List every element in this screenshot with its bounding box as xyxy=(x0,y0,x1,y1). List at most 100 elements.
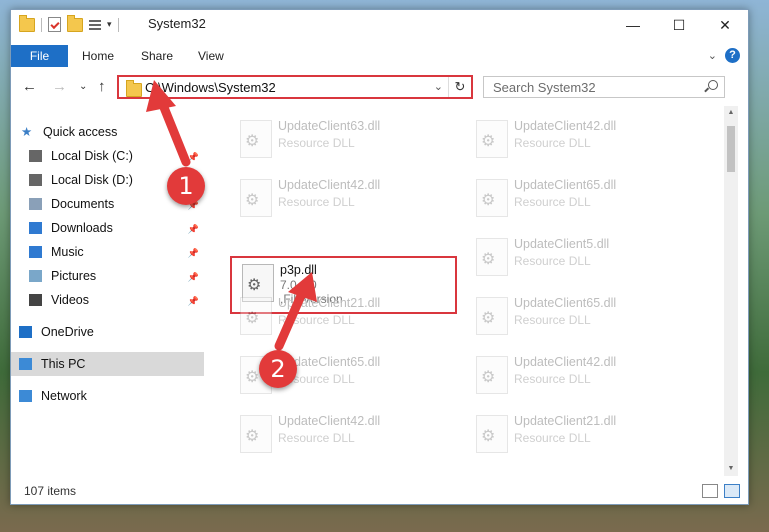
large-icons-view-icon[interactable] xyxy=(724,484,740,498)
download-icon xyxy=(29,222,42,234)
navigation-bar: ← → ⌄ ↑ C:\Windows\System32 ⌄ ↻ Search S… xyxy=(11,73,748,101)
file-description: 7.0.1.0 xyxy=(280,278,317,292)
file-list: UpdateClient63.dllResource DLLUpdateClie… xyxy=(216,106,721,476)
forward-arrow-icon[interactable]: → xyxy=(52,78,67,95)
back-arrow-icon[interactable]: ← xyxy=(22,78,37,95)
address-path[interactable]: C:\Windows\System32 xyxy=(145,80,276,95)
item-count: 107 items xyxy=(24,484,77,498)
ribbon-tabs: File Home Share View ⌄ ? xyxy=(11,45,748,69)
scroll-down-icon[interactable]: ▼ xyxy=(724,462,738,476)
network-icon xyxy=(19,390,32,402)
status-bar: 107 items xyxy=(11,478,748,504)
window-title: System32 xyxy=(148,16,206,31)
tab-share[interactable]: Share xyxy=(141,45,173,67)
tab-view[interactable]: View xyxy=(198,45,224,67)
file-item[interactable]: UpdateClient42.dll Resource DLL xyxy=(466,114,686,162)
file-item[interactable]: UpdateClient42.dll Resource DLL xyxy=(230,173,450,221)
dll-file-icon xyxy=(240,120,272,158)
file-name: UpdateClient42.dll xyxy=(514,119,617,133)
folder-icon xyxy=(19,14,35,32)
file-item[interactable]: UpdateClient65.dll Resource DLL xyxy=(466,291,686,339)
file-description: Resource DLL xyxy=(514,313,591,327)
details-view-icon[interactable] xyxy=(702,484,718,498)
dll-file-icon xyxy=(240,297,272,335)
file-item[interactable]: UpdateClient21.dll Resource DLL xyxy=(466,409,686,457)
vertical-scrollbar[interactable]: ▲ ▼ xyxy=(724,106,738,476)
sidebar-item-network[interactable]: Network xyxy=(11,384,204,408)
sidebar-item-downloads[interactable]: Downloads 📌 xyxy=(11,216,204,240)
sidebar-item-pictures[interactable]: Pictures 📌 xyxy=(11,264,204,288)
ribbon-controls: ⌄ ? xyxy=(708,48,740,63)
sidebar-item-label: OneDrive xyxy=(41,325,94,339)
file-item[interactable]: UpdateClient21.dll Resource DLL xyxy=(230,291,450,339)
sidebar-item-this-pc[interactable]: This PC xyxy=(11,352,204,376)
chevron-down-icon[interactable]: ▾ xyxy=(107,19,112,30)
file-item[interactable]: UpdateClient42.dll Resource DLL xyxy=(466,350,686,398)
address-bar[interactable]: C:\Windows\System32 ⌄ ↻ xyxy=(117,75,473,99)
sidebar-item-label: Network xyxy=(41,389,87,403)
sidebar-item-local-disk-c[interactable]: Local Disk (C:) 📌 xyxy=(11,144,204,168)
file-name: UpdateClient63.dll xyxy=(278,119,381,133)
search-placeholder: Search System32 xyxy=(493,80,596,95)
pin-icon[interactable]: 📌 xyxy=(188,289,199,313)
dll-file-icon xyxy=(240,415,272,453)
sidebar-item-quick-access[interactable]: ★ Quick access xyxy=(11,120,204,144)
file-name: UpdateClient42.dll xyxy=(278,414,381,428)
minimize-button[interactable]: — xyxy=(610,10,656,40)
pin-icon[interactable]: 📌 xyxy=(188,217,199,241)
search-input[interactable]: Search System32 xyxy=(483,76,725,98)
file-item[interactable]: UpdateClient63.dll Resource DLL xyxy=(230,114,450,162)
sidebar-item-label: Downloads xyxy=(51,221,113,235)
pin-icon[interactable]: 📌 xyxy=(188,265,199,289)
maximize-button[interactable]: ☐ xyxy=(656,10,702,40)
dll-file-icon xyxy=(476,297,508,335)
help-icon[interactable]: ? xyxy=(725,48,740,63)
file-name: UpdateClient65.dll xyxy=(514,296,617,310)
sidebar-item-music[interactable]: Music 📌 xyxy=(11,240,204,264)
dll-file-icon xyxy=(476,415,508,453)
file-description: Resource DLL xyxy=(514,372,591,386)
file-name: UpdateClient21.dll xyxy=(514,414,617,428)
quick-access-toolbar: ▾ xyxy=(19,14,119,32)
navigation-pane: ★ Quick access Local Disk (C:) 📌 Local Disk … xyxy=(11,106,204,476)
scrollbar-thumb[interactable] xyxy=(727,126,735,172)
title-bar: ▾ System32 — ☐ ✕ xyxy=(11,10,748,40)
scroll-up-icon[interactable]: ▲ xyxy=(724,106,738,120)
tab-file[interactable]: File xyxy=(11,45,68,67)
dll-file-icon xyxy=(476,238,508,276)
star-icon: ★ xyxy=(21,125,33,139)
new-folder-icon[interactable] xyxy=(67,14,83,32)
sidebar-item-label: Documents xyxy=(51,197,115,211)
properties-icon[interactable] xyxy=(48,17,61,32)
file-item[interactable]: UpdateClient5.dll Resource DLL xyxy=(466,232,686,280)
search-icon[interactable] xyxy=(708,80,718,90)
file-name: p3p.dll xyxy=(280,263,317,277)
tab-home[interactable]: Home xyxy=(82,45,114,67)
drive-icon xyxy=(29,150,42,162)
sidebar-item-label: Music xyxy=(51,245,84,259)
folder-icon xyxy=(126,80,142,97)
sidebar-item-label: Pictures xyxy=(51,269,97,283)
refresh-icon[interactable]: ↻ xyxy=(448,77,471,97)
up-arrow-icon[interactable]: ↑ xyxy=(98,78,106,95)
sidebar-item-videos[interactable]: Videos 📌 xyxy=(11,288,204,312)
customize-toolbar-icon[interactable] xyxy=(89,19,101,30)
pin-icon[interactable]: 📌 xyxy=(188,241,199,265)
view-toggle xyxy=(702,484,740,498)
sidebar-item-onedrive[interactable]: OneDrive xyxy=(11,320,204,344)
drive-icon xyxy=(29,174,42,186)
file-description: Resource DLL xyxy=(278,431,355,445)
music-icon xyxy=(29,246,42,258)
cloud-icon xyxy=(19,326,32,338)
file-name: UpdateClient5.dll xyxy=(514,237,610,251)
pin-icon[interactable]: 📌 xyxy=(188,145,199,169)
dll-file-icon xyxy=(476,120,508,158)
expand-ribbon-icon[interactable]: ⌄ xyxy=(708,49,717,62)
chevron-down-icon[interactable]: ⌄ xyxy=(434,80,443,93)
file-description: Resource DLL xyxy=(514,136,591,150)
close-button[interactable]: ✕ xyxy=(702,10,748,40)
pictures-icon xyxy=(29,270,42,282)
file-item[interactable]: UpdateClient65.dll Resource DLL xyxy=(466,173,686,221)
file-item[interactable]: UpdateClient42.dll Resource DLL xyxy=(230,409,450,457)
recent-locations-icon[interactable]: ⌄ xyxy=(79,81,87,92)
